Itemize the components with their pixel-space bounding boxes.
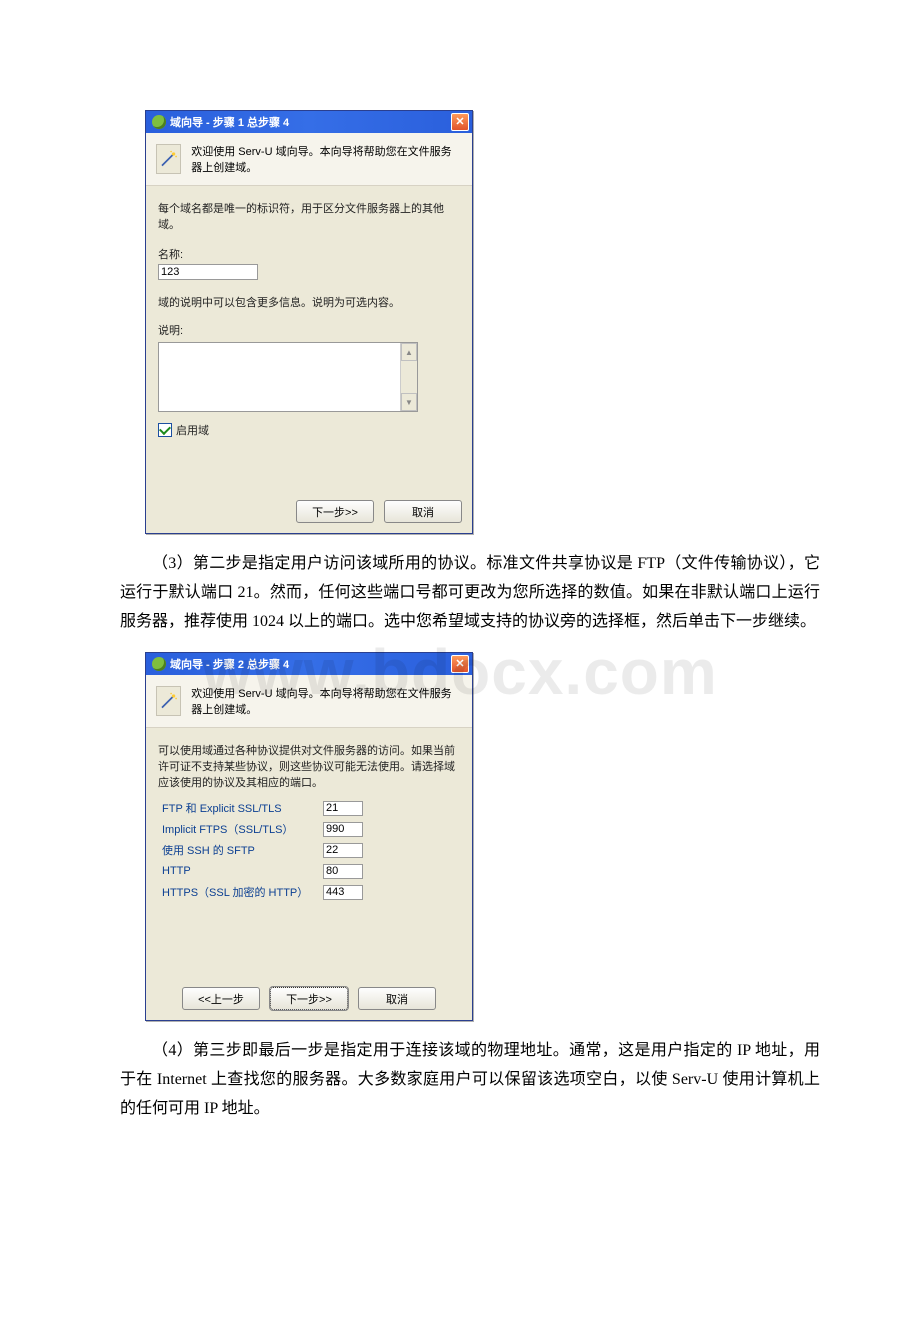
- protocol-row: FTP 和 Explicit SSL/TLS: [158, 800, 460, 816]
- name-label: 名称:: [158, 246, 460, 262]
- scrollbar[interactable]: ▲ ▼: [400, 343, 417, 411]
- domain-name-input[interactable]: [158, 264, 258, 280]
- protocol-row: Implicit FTPS（SSL/TLS）: [158, 821, 460, 837]
- checkmark-icon: [159, 423, 171, 435]
- port-input[interactable]: [323, 801, 363, 816]
- next-button[interactable]: 下一步>>: [270, 987, 348, 1010]
- previous-button[interactable]: <<上一步: [182, 987, 260, 1010]
- welcome-banner: 欢迎使用 Serv-U 域向导。本向导将帮助您在文件服务器上创建域。: [146, 675, 472, 728]
- paragraph-step2-description: （3）第二步是指定用户访问该域所用的协议。标准文件共享协议是 FTP（文件传输协…: [0, 534, 920, 652]
- protocol-list: FTP 和 Explicit SSL/TLS Implicit FTPS（SSL…: [158, 800, 460, 900]
- domain-wizard-step2-dialog: 域向导 - 步骤 2 总步骤 4 ✕ 欢迎使用 Serv-U 域向导。本向导将帮…: [145, 652, 473, 1021]
- protocol-row: HTTP: [158, 863, 460, 879]
- protocol-label: 使用 SSH 的 SFTP: [162, 842, 255, 858]
- domain-wizard-step1-dialog: 域向导 - 步骤 1 总步骤 4 ✕ 欢迎使用 Serv-U 域向导。本向导将帮…: [145, 110, 473, 534]
- welcome-banner: 欢迎使用 Serv-U 域向导。本向导将帮助您在文件服务器上创建域。: [146, 133, 472, 186]
- wizard-wand-icon: [156, 686, 181, 716]
- protocol-row: HTTPS（SSL 加密的 HTTP）: [158, 884, 460, 900]
- next-button[interactable]: 下一步>>: [296, 500, 374, 523]
- protocol-label: Implicit FTPS（SSL/TLS）: [162, 821, 293, 837]
- protocol-label: HTTPS（SSL 加密的 HTTP）: [162, 884, 308, 900]
- instruction-text: 每个域名都是唯一的标识符，用于区分文件服务器上的其他域。: [158, 200, 460, 232]
- port-input[interactable]: [323, 822, 363, 837]
- port-input[interactable]: [323, 843, 363, 858]
- enable-domain-label: 启用域: [176, 422, 209, 438]
- scroll-down-icon[interactable]: ▼: [401, 393, 417, 411]
- scroll-up-icon[interactable]: ▲: [401, 343, 417, 361]
- description-note: 域的说明中可以包含更多信息。说明为可选内容。: [158, 294, 460, 310]
- protocol-label: HTTP: [162, 865, 191, 877]
- protocol-label: FTP 和 Explicit SSL/TLS: [162, 800, 282, 816]
- instruction-text: 可以使用域通过各种协议提供对文件服务器的访问。如果当前许可证不支持某些协议，则这…: [158, 742, 460, 790]
- cancel-button[interactable]: 取消: [358, 987, 436, 1010]
- titlebar[interactable]: 域向导 - 步骤 2 总步骤 4 ✕: [146, 653, 472, 675]
- port-input[interactable]: [323, 885, 363, 900]
- port-input[interactable]: [323, 864, 363, 879]
- welcome-text: 欢迎使用 Serv-U 域向导。本向导将帮助您在文件服务器上创建域。: [191, 685, 462, 717]
- globe-icon: [152, 115, 166, 129]
- cancel-button[interactable]: 取消: [384, 500, 462, 523]
- description-textarea[interactable]: ▲ ▼: [158, 342, 418, 412]
- wizard-wand-icon: [156, 144, 181, 174]
- titlebar[interactable]: 域向导 - 步骤 1 总步骤 4 ✕: [146, 111, 472, 133]
- dialog-title: 域向导 - 步骤 1 总步骤 4: [170, 114, 289, 130]
- welcome-text: 欢迎使用 Serv-U 域向导。本向导将帮助您在文件服务器上创建域。: [191, 143, 462, 175]
- close-icon[interactable]: ✕: [451, 113, 469, 131]
- protocol-row: 使用 SSH 的 SFTP: [158, 842, 460, 858]
- close-icon[interactable]: ✕: [451, 655, 469, 673]
- description-label: 说明:: [158, 322, 460, 338]
- enable-domain-checkbox[interactable]: 启用域: [158, 422, 460, 438]
- paragraph-step3-description: （4）第三步即最后一步是指定用于连接该域的物理地址。通常，这是用户指定的 IP …: [0, 1021, 920, 1139]
- dialog-title: 域向导 - 步骤 2 总步骤 4: [170, 656, 289, 672]
- globe-icon: [152, 657, 166, 671]
